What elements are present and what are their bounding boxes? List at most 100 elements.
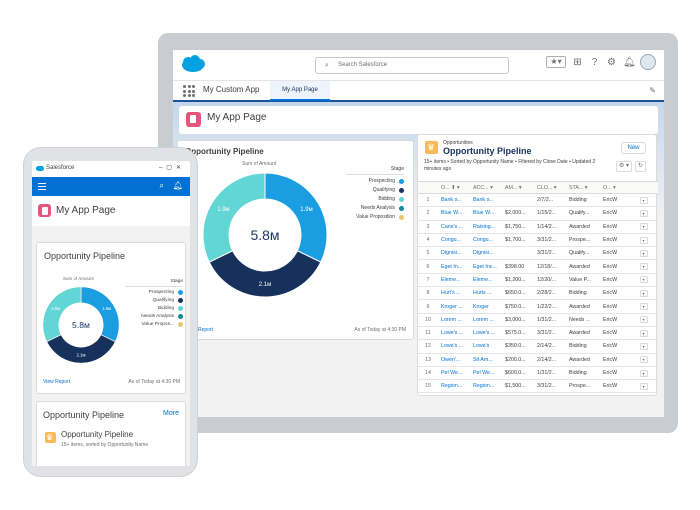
legend-item[interactable]: Needs Analysis — [346, 205, 404, 211]
app-launcher-icon[interactable] — [183, 85, 195, 97]
table-row[interactable]: 7 Eleme... Eleme... $1,200... 12/20/... Value… — [418, 273, 658, 288]
hamburger-menu-icon[interactable] — [38, 183, 46, 190]
list-settings-gear-icon[interactable]: ⚙ ▾ — [616, 161, 632, 172]
window-controls-icon[interactable]: –▢✕ — [159, 164, 185, 171]
column-header[interactable]: AM... ▾ — [502, 181, 534, 194]
new-button[interactable]: New — [621, 142, 646, 154]
row-action-dropdown-icon[interactable]: ▾ — [639, 209, 648, 217]
table-cell[interactable]: Congu... — [438, 233, 470, 248]
table-cell[interactable]: Raising... — [470, 220, 502, 234]
phone-search-icon[interactable]: ⌕ — [160, 181, 164, 191]
view-report-link[interactable]: Report — [198, 327, 213, 333]
table-cell[interactable]: Hurts ... — [470, 286, 502, 301]
global-search-input[interactable]: ⌕ Search Salesforce — [315, 57, 509, 74]
phone-donut-chart[interactable]: 1.9м 2.1м 1.9м 5.8м — [41, 285, 121, 365]
table-row[interactable]: 5 Dignisi... Dignisi... 3/31/2... Qualify...… — [418, 246, 658, 261]
phone-notifications-bell-icon[interactable]: 🔔︎ — [173, 181, 183, 190]
list-title[interactable]: Opportunity Pipeline — [443, 146, 532, 156]
table-cell[interactable]: Cane's ... — [438, 220, 470, 234]
table-row[interactable]: 13 Owen'... Sit Am... $200.0... 2/14/2... Awa… — [418, 353, 658, 367]
table-cell[interactable]: Kroger — [470, 299, 502, 314]
row-action-dropdown-icon[interactable]: ▾ — [639, 236, 648, 244]
row-action-dropdown-icon[interactable]: ▾ — [639, 263, 648, 271]
row-action-dropdown-icon[interactable]: ▾ — [639, 369, 648, 377]
row-action-dropdown-icon[interactable]: ▾ — [639, 276, 648, 284]
table-cell[interactable]: Dignisi... — [470, 246, 502, 261]
table-cell[interactable]: Dignisi... — [438, 246, 470, 261]
row-action-dropdown-icon[interactable]: ▾ — [639, 249, 648, 257]
table-cell[interactable]: Eget In... — [438, 259, 470, 274]
phone-view-report-link[interactable]: View Report — [43, 379, 70, 385]
table-cell[interactable]: Eleme... — [438, 273, 470, 288]
table-cell[interactable]: Region... — [470, 379, 502, 394]
help-icon[interactable]: ? — [589, 57, 600, 68]
table-row[interactable]: 6 Eget In... Eget Inc... $398.00 12/18/... Aw… — [418, 259, 658, 274]
table-row[interactable]: 1 Bank o... Bank o... 2/7/2... Bidding EricW ▾ — [418, 193, 658, 208]
table-cell[interactable]: Lowe's ... — [438, 326, 470, 341]
row-action-dropdown-icon[interactable]: ▾ — [639, 356, 648, 364]
table-cell[interactable]: Pel We... — [470, 366, 502, 381]
table-cell[interactable]: Eget Inc... — [470, 259, 502, 274]
row-action-dropdown-icon[interactable]: ▾ — [639, 289, 648, 297]
tab-my-app-page[interactable]: My App Page — [270, 81, 330, 101]
column-header[interactable]: STA... ▾ — [566, 181, 600, 194]
table-row[interactable]: 12 Lowe's ... Lowe's $350.0... 2/14/2... Bidd… — [418, 339, 658, 354]
table-cell[interactable]: Lorem ... — [438, 313, 470, 327]
table-row[interactable]: 14 Pel We... Pel We... $600.0... 1/31/2... Bi… — [418, 366, 658, 381]
donut-slice-bidding[interactable] — [202, 172, 266, 263]
table-cell[interactable]: Congu... — [470, 233, 502, 248]
row-action-dropdown-icon[interactable]: ▾ — [639, 223, 648, 231]
table-cell[interactable]: Lowe's ... — [470, 326, 502, 341]
table-cell[interactable]: Eleme... — [470, 273, 502, 288]
row-action-dropdown-icon[interactable]: ▾ — [639, 196, 648, 204]
laptop-donut-chart[interactable]: 1.9м 2.1м 1.9м 5.8м — [200, 170, 330, 300]
legend-item[interactable]: Prospecting — [125, 290, 183, 295]
legend-item[interactable]: Bidding — [346, 196, 404, 202]
more-link[interactable]: More — [163, 410, 179, 417]
donut-slice-prospecting[interactable] — [264, 172, 328, 263]
table-row[interactable]: 11 Lowe's ... Lowe's ... $575.0... 3/31/2...… — [418, 326, 658, 341]
row-action-dropdown-icon[interactable]: ▾ — [639, 329, 648, 337]
donut-slice-qualifying[interactable] — [46, 334, 116, 364]
table-row[interactable]: 15 Region... Region... $1,500... 3/31/2... Pr… — [418, 379, 658, 394]
table-row[interactable]: 2 Blue W... Blue W... $2,000... 1/15/2... Qua… — [418, 206, 658, 221]
table-cell[interactable]: Hurt's ... — [438, 286, 470, 301]
legend-item[interactable]: Value Propos... — [125, 322, 183, 327]
edit-pencil-icon[interactable]: ✎ — [649, 86, 656, 95]
column-header[interactable]: O... ⬆ ▾ — [438, 181, 470, 194]
table-row[interactable]: 4 Congu... Congu... $1,700... 3/31/2... Prosp… — [418, 233, 658, 248]
table-row[interactable]: 10 Lorem ... Lorem ... $3,000... 1/31/2... Ne… — [418, 313, 658, 327]
table-cell[interactable]: Blue W... — [470, 206, 502, 221]
favorites-star-icon[interactable]: ★▾ — [546, 56, 566, 68]
legend-item[interactable]: Prospecting — [346, 178, 404, 184]
table-cell[interactable]: Bank o... — [470, 193, 502, 208]
legend-item[interactable]: Value Proposition — [346, 214, 404, 220]
table-cell[interactable]: Sit Am... — [470, 353, 502, 367]
table-cell[interactable]: Owen'... — [438, 353, 470, 367]
table-cell[interactable]: Kroger ... — [438, 299, 470, 314]
notifications-bell-icon[interactable]: 🔔︎ — [623, 57, 636, 68]
table-cell[interactable]: Lowe's ... — [438, 339, 470, 354]
legend-item[interactable]: Bidding — [125, 306, 183, 311]
row-action-dropdown-icon[interactable]: ▾ — [639, 342, 648, 350]
table-cell[interactable]: Blue W... — [438, 206, 470, 221]
donut-slice-qualifying[interactable] — [208, 250, 322, 298]
setup-gear-icon[interactable]: ⚙ — [606, 57, 617, 68]
donut-slice-bidding[interactable] — [42, 286, 82, 343]
legend-item[interactable]: Qualifying — [125, 298, 183, 303]
table-cell[interactable]: Lowe's — [470, 339, 502, 354]
column-header[interactable]: O... ▾ — [600, 181, 626, 194]
donut-slice-prospecting[interactable] — [80, 286, 120, 343]
table-row[interactable]: 9 Kroger ... Kroger $750.0... 1/22/2... Award… — [418, 299, 658, 314]
table-cell[interactable]: Region... — [438, 379, 470, 394]
table-cell[interactable]: Lorem ... — [470, 313, 502, 327]
add-icon[interactable]: ⊞ — [572, 57, 583, 68]
row-action-dropdown-icon[interactable]: ▾ — [639, 382, 648, 390]
column-header[interactable]: CLO... ▾ — [534, 181, 566, 194]
salesforce-logo-icon[interactable] — [180, 55, 206, 73]
phone-list-item-title[interactable]: Opportunity Pipeline — [61, 430, 133, 439]
table-cell[interactable]: Pel We... — [438, 366, 470, 381]
table-cell[interactable]: Bank o... — [438, 193, 470, 208]
refresh-icon[interactable]: ↻ — [635, 161, 646, 172]
table-row[interactable]: 8 Hurt's ... Hurts ... $650.0... 2/28/2... Bi… — [418, 286, 658, 301]
